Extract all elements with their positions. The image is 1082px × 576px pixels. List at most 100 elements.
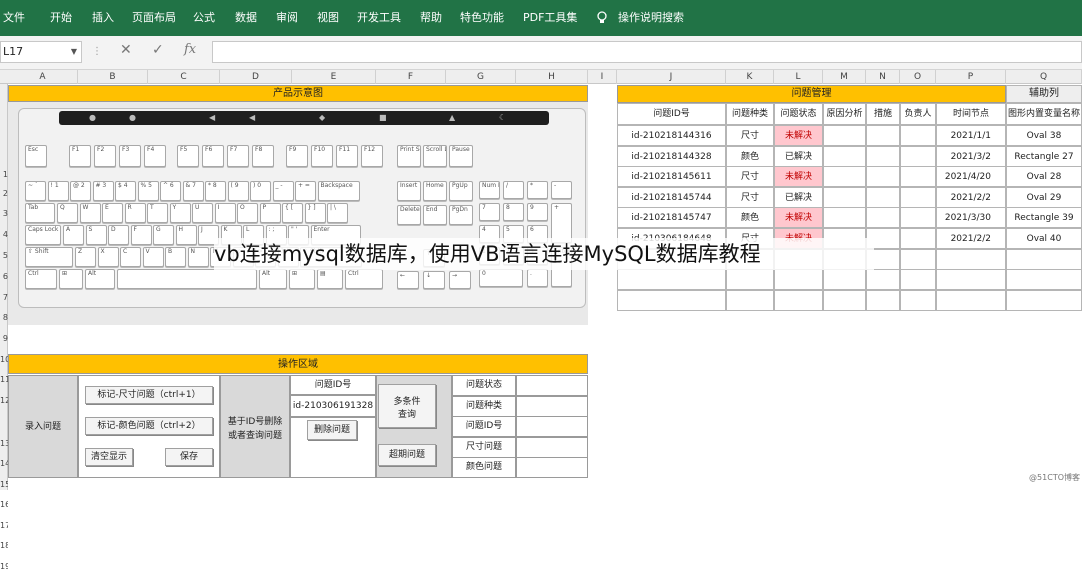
ribbon-tab-2[interactable]: 插入 — [92, 0, 114, 36]
column-header-n[interactable]: N — [866, 70, 900, 84]
empty-cell[interactable] — [900, 248, 936, 270]
issue-cell-date[interactable]: 2021/2/2 — [936, 186, 1006, 208]
row-header[interactable]: 5 — [0, 251, 8, 265]
issue-cell-type[interactable]: 颜色 — [726, 145, 774, 167]
row-header[interactable]: 18 — [0, 541, 8, 555]
issue-cell-empty[interactable] — [823, 125, 866, 146]
column-header-k[interactable]: K — [726, 70, 774, 84]
issue-cell-id[interactable]: id-210218145747 — [617, 207, 726, 229]
ribbon-tab-5[interactable]: 数据 — [235, 0, 257, 36]
column-header-e[interactable]: E — [292, 70, 376, 84]
issue-cell-empty[interactable] — [866, 145, 900, 167]
column-header-i[interactable]: I — [588, 70, 617, 84]
issue-cell-id[interactable]: id-210218145744 — [617, 186, 726, 208]
row-header[interactable]: 3 — [0, 209, 8, 223]
issue-cell-empty[interactable] — [823, 186, 866, 208]
column-header-d[interactable]: D — [220, 70, 292, 84]
column-header-a[interactable]: A — [8, 70, 78, 84]
save-button[interactable]: 保存 — [165, 448, 213, 466]
issue-cell-empty[interactable] — [866, 166, 900, 188]
column-header-q[interactable]: Q — [1006, 70, 1082, 84]
delete-issue-button[interactable]: 删除问题 — [307, 420, 357, 440]
issue-cell-empty[interactable] — [900, 186, 936, 208]
row-header[interactable]: 13 — [0, 439, 8, 453]
column-header-f[interactable]: F — [376, 70, 446, 84]
query-field-input[interactable] — [516, 416, 588, 438]
query-field-input[interactable] — [516, 436, 588, 458]
issue-cell-date[interactable]: 2021/2/2 — [936, 228, 1006, 249]
issue-cell-empty[interactable] — [866, 207, 900, 229]
empty-cell[interactable] — [726, 269, 774, 291]
name-box[interactable]: L17 ▼ — [0, 41, 82, 63]
row-header[interactable]: 17 — [0, 521, 8, 535]
chevron-down-icon[interactable]: ▼ — [71, 42, 77, 62]
issue-cell-status[interactable]: 已解决 — [774, 145, 823, 167]
keyboard-image[interactable]: ● ● ◀ ◀ ◆ ■ ▲ ☾ Esc F1 F2 F3 F4 F5 F6 F7 F8 F9 F10… — [18, 108, 586, 308]
empty-cell[interactable] — [774, 289, 823, 311]
empty-cell[interactable] — [1006, 269, 1082, 291]
issue-cell-status[interactable]: 已解决 — [774, 186, 823, 208]
issue-cell-shape[interactable]: Rectangle 39 — [1006, 207, 1082, 229]
issue-cell-empty[interactable] — [900, 145, 936, 167]
ribbon-tab-3[interactable]: 页面布局 — [132, 0, 176, 36]
issue-cell-empty[interactable] — [900, 125, 936, 146]
issue-cell-date[interactable]: 2021/1/1 — [936, 125, 1006, 146]
row-header[interactable]: 12 — [0, 396, 8, 410]
issue-cell-shape[interactable]: Oval 40 — [1006, 228, 1082, 249]
empty-cell[interactable] — [1006, 248, 1082, 270]
ribbon-tab-0[interactable]: 文件 — [3, 0, 25, 36]
empty-cell[interactable] — [866, 269, 900, 291]
column-header-g[interactable]: G — [446, 70, 516, 84]
issue-cell-type[interactable]: 尺寸 — [726, 186, 774, 208]
issue-cell-empty[interactable] — [900, 207, 936, 229]
ribbon-tab-4[interactable]: 公式 — [193, 0, 215, 36]
row-header[interactable]: 11 — [0, 375, 8, 389]
empty-cell[interactable] — [774, 269, 823, 291]
empty-cell[interactable] — [936, 248, 1006, 270]
query-field-input[interactable] — [516, 395, 588, 417]
enter-icon[interactable]: ✓ — [152, 42, 164, 58]
column-header-h[interactable]: H — [516, 70, 588, 84]
empty-cell[interactable] — [936, 269, 1006, 291]
issue-cell-empty[interactable] — [900, 166, 936, 188]
issue-cell-shape[interactable]: Oval 29 — [1006, 186, 1082, 208]
row-header[interactable]: 8 — [0, 313, 8, 327]
issue-cell-type[interactable]: 尺寸 — [726, 125, 774, 146]
cancel-icon[interactable]: ✕ — [120, 42, 132, 58]
row-header[interactable]: 7 — [0, 293, 8, 307]
empty-cell[interactable] — [617, 289, 726, 311]
column-header-l[interactable]: L — [774, 70, 823, 84]
id-input[interactable]: id-210306191328 — [290, 395, 376, 417]
empty-cell[interactable] — [866, 289, 900, 311]
column-header-m[interactable]: M — [823, 70, 866, 84]
ribbon-tab-7[interactable]: 视图 — [317, 0, 339, 36]
empty-cell[interactable] — [936, 289, 1006, 311]
issue-cell-date[interactable]: 2021/3/2 — [936, 145, 1006, 167]
row-header[interactable]: 15 — [0, 480, 8, 494]
issue-cell-type[interactable]: 颜色 — [726, 207, 774, 229]
column-header-c[interactable]: C — [148, 70, 220, 84]
issue-cell-date[interactable]: 2021/3/30 — [936, 207, 1006, 229]
column-header-j[interactable]: J — [617, 70, 726, 84]
mark-size-issue-button[interactable]: 标记-尺寸问题（ctrl+1） — [85, 386, 213, 404]
column-header-o[interactable]: O — [900, 70, 936, 84]
formula-input[interactable] — [212, 41, 1082, 63]
column-header-p[interactable]: P — [936, 70, 1006, 84]
issue-cell-shape[interactable]: Oval 38 — [1006, 125, 1082, 146]
issue-cell-status[interactable]: 未解决 — [774, 166, 823, 188]
issue-cell-empty[interactable] — [823, 207, 866, 229]
empty-cell[interactable] — [823, 289, 866, 311]
issue-cell-empty[interactable] — [866, 186, 900, 208]
empty-cell[interactable] — [726, 289, 774, 311]
issue-cell-type[interactable]: 尺寸 — [726, 166, 774, 188]
row-header[interactable]: 16 — [0, 500, 8, 514]
mark-color-issue-button[interactable]: 标记-颜色问题（ctrl+2） — [85, 417, 213, 435]
issue-cell-id[interactable]: id-210218144328 — [617, 145, 726, 167]
multi-condition-query-button[interactable]: 多条件 查询 — [378, 384, 436, 428]
issue-cell-date[interactable]: 2021/4/20 — [936, 166, 1006, 188]
ribbon-tab-10[interactable]: 特色功能 — [460, 0, 504, 36]
ribbon-tab-11[interactable]: PDF工具集 — [523, 0, 577, 36]
empty-cell[interactable] — [617, 269, 726, 291]
issue-cell-id[interactable]: id-210218145611 — [617, 166, 726, 188]
empty-cell[interactable] — [900, 269, 936, 291]
